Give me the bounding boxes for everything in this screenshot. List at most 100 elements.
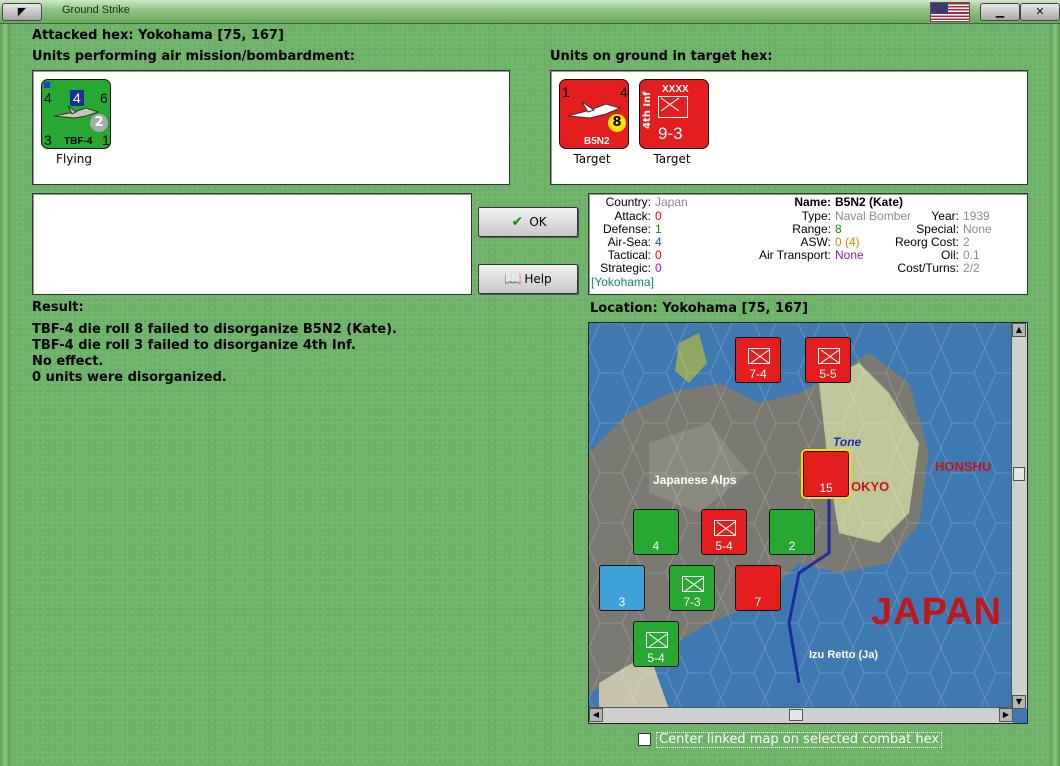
defense-label: Defense: [602,222,651,236]
counter-size: XXXX [662,84,689,95]
map-unit-counter[interactable]: 7-4 [735,337,781,383]
honshu-label: HONSHU [935,459,992,474]
airsea-value: 4 [655,235,662,249]
b5n2-counter[interactable]: 1 4 8 B5N2 [559,79,629,149]
usa-flag-icon [930,2,970,22]
tactical-value: 0 [655,248,662,262]
tbf4-counter[interactable]: 4 4 6 2 3 TBF-4 1 [41,79,111,149]
4th-inf-status: Target [653,152,691,166]
tbf4-status: Flying [56,152,92,166]
map-unit-value: 7-3 [683,595,701,609]
infantry-icon [658,96,688,118]
center-map-checkbox-label[interactable]: Center linked map on selected combat hex [656,732,943,748]
oil-label: Oil: [941,248,959,262]
special-value: None [963,222,992,236]
year-label: Year: [931,209,959,223]
ok-button[interactable]: ✔ OK [478,207,578,237]
name-label: Name: [794,195,831,209]
horizontal-scroll-thumb[interactable] [789,709,803,721]
vertical-scroll-thumb[interactable] [1013,467,1025,481]
reorg-label: Reorg Cost: [894,235,959,249]
counter-bottom-right: 1 [102,132,110,148]
asw-value: 0 (4) [835,235,860,249]
map-unit-value: 4 [652,539,660,553]
result-line: No effect. [32,354,104,369]
map-unit-counter[interactable]: 7-3 [669,565,715,611]
oil-value: 0.1 [963,248,980,262]
ground-units-heading: Units on ground in target hex: [550,49,773,64]
costturns-value: 2/2 [963,261,980,275]
counter-circle: 2 [90,114,108,132]
counter-strength: 9-3 [658,124,683,143]
map-unit-counter[interactable]: 4 [633,509,679,555]
scroll-left-arrow-icon[interactable]: ◀ [589,708,603,722]
map-unit-counter[interactable]: 5-4 [633,621,679,667]
scroll-down-arrow-icon[interactable]: ▼ [1012,695,1026,709]
title-bar: ◤ Ground Strike ▁ ✕ [0,0,1060,24]
map-unit-value: 5-4 [647,651,665,665]
location-link[interactable]: [Yokohama] [591,275,654,289]
minimize-button[interactable]: ▁ [980,3,1020,21]
defense-value: 1 [655,222,662,236]
type-label: Type: [801,209,831,223]
window-menu-button[interactable]: ◤ [2,3,42,21]
country-value: Japan [655,195,688,209]
year-value: 1939 [963,209,990,223]
counter-name: 4th Inf [642,91,653,129]
map-unit-value: 5-5 [819,367,837,381]
map-unit-counter-selected[interactable]: 15 [801,449,851,499]
reorg-value: 2 [963,235,970,249]
4th-inf-counter[interactable]: 4th Inf XXXX 9-3 [639,79,709,149]
strategic-label: Strategic: [600,261,651,275]
combat-map[interactable]: HONSHU JAPAN Japanese Alps Tone OKYO Izu… [588,322,1028,724]
result-heading: Result: [32,300,84,315]
izu-retto-label: Izu Retto (Ja) [809,649,879,661]
name-value: B5N2 (Kate) [835,195,904,209]
center-map-checkbox[interactable] [638,733,651,746]
result-line: 0 units were disorganized. [32,370,227,385]
counter-top-left: 1 [562,84,570,100]
strategic-value: 0 [655,261,662,275]
help-button[interactable]: 📖 Help [478,264,578,294]
special-label: Special: [916,222,959,236]
japan-label: JAPAN [871,591,1002,633]
airtransport-value: None [835,248,864,262]
tone-river-label: Tone [833,435,862,449]
counter-bottom-left: 3 [44,132,52,148]
attack-value: 0 [655,209,662,223]
range-label: Range: [792,222,831,236]
map-vertical-scrollbar[interactable]: ▲ ▼ [1011,323,1027,709]
b5n2-status: Target [573,152,611,166]
counter-top-right: 4 [620,84,628,100]
left-frame [0,24,10,766]
help-label: Help [524,272,552,286]
tactical-label: Tactical: [607,248,651,262]
mission-marker-icon [44,82,50,88]
right-frame [1050,24,1060,766]
map-unit-value: 5-4 [715,539,733,553]
country-label: Country: [605,195,651,209]
map-unit-counter[interactable]: 5-5 [805,337,851,383]
asw-label: ASW: [800,235,831,249]
counter-name: B5N2 [584,136,610,147]
unit-info-panel: Country: Japan Attack: 0 Defense: 1 Air-… [588,193,1028,295]
result-line: TBF-4 die roll 3 failed to disorganize 4… [32,338,356,353]
attack-label: Attack: [614,209,651,223]
type-value: Naval Bomber [835,209,912,223]
map-unit-counter[interactable]: 2 [769,509,815,555]
map-unit-counter[interactable]: 5-4 [701,509,747,555]
result-line: TBF-4 die roll 8 failed to disorganize B… [32,322,397,337]
counter-name: TBF-4 [64,136,93,147]
ground-units-panel: 1 4 8 B5N2 Target 4th Inf XXXX 9-3 Targe… [550,70,1028,185]
map-horizontal-scrollbar[interactable]: ◀ ▶ [589,707,1013,723]
close-button[interactable]: ✕ [1020,3,1060,21]
map-unit-counter[interactable]: 3 [599,565,645,611]
scroll-up-arrow-icon[interactable]: ▲ [1012,323,1026,337]
airsea-label: Air-Sea: [607,235,651,249]
map-unit-value: 15 [819,481,833,495]
attacked-hex-label: Attacked hex: Yokohama [75, 167] [32,28,284,43]
scroll-right-arrow-icon[interactable]: ▶ [999,708,1013,722]
map-unit-counter[interactable]: 7 [735,565,781,611]
counter-top-left: 4 [44,90,52,106]
message-panel [32,193,472,295]
